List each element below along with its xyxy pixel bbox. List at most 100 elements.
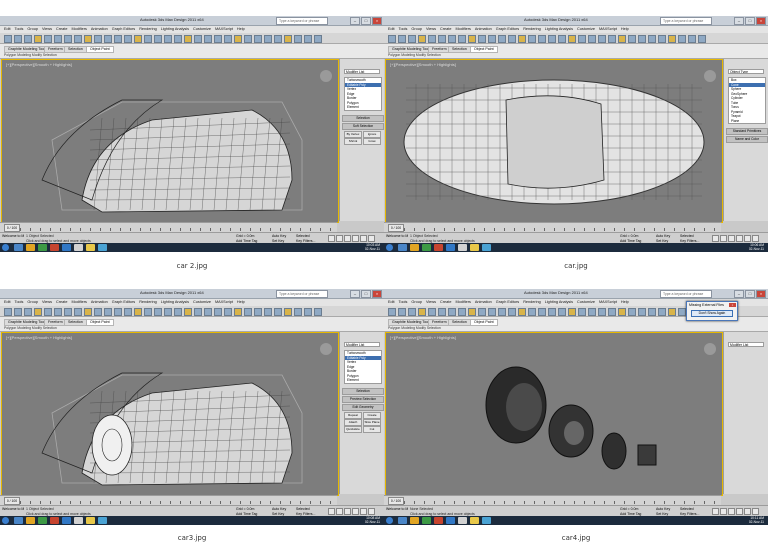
maximize-button[interactable]: □ (745, 290, 755, 298)
tool-icon[interactable] (134, 308, 142, 316)
rollout-header[interactable]: Soft Selection (342, 122, 384, 130)
tool-icon[interactable] (14, 35, 22, 43)
tool-icon[interactable] (598, 35, 606, 43)
rollout-header[interactable]: Selection (342, 387, 384, 395)
key-mode-select[interactable]: Selected (680, 507, 694, 511)
minimize-button[interactable]: – (350, 290, 360, 298)
menu-item[interactable]: Edit (4, 26, 11, 33)
tool-icon[interactable] (194, 308, 202, 316)
tool-icon[interactable] (84, 35, 92, 43)
ribbon-tab[interactable]: Object Paint (470, 319, 498, 326)
stack-item[interactable]: Element (345, 105, 381, 110)
minimize-button[interactable]: – (734, 17, 744, 25)
tool-icon[interactable] (244, 35, 252, 43)
subtab-polygon-modeling[interactable]: Polygon Modeling (4, 326, 31, 330)
ribbon-tab[interactable]: Object Paint (470, 46, 498, 53)
taskbar-app-icon[interactable] (482, 244, 491, 251)
menu-item[interactable]: Tools (15, 299, 24, 306)
taskbar-app-icon[interactable] (434, 517, 443, 524)
tool-icon[interactable] (274, 308, 282, 316)
tool-icon[interactable] (14, 308, 22, 316)
menu-item[interactable]: Create (56, 26, 67, 33)
menu-item[interactable]: Modifiers (455, 26, 470, 33)
tool-icon[interactable] (488, 35, 496, 43)
tool-icon[interactable] (174, 308, 182, 316)
panel-button[interactable]: Repeat Last (344, 411, 362, 422)
menu-item[interactable]: Views (426, 299, 436, 306)
menu-item[interactable]: Graph Editors (112, 26, 135, 33)
menu-item[interactable]: Customize (193, 26, 211, 33)
playback-button[interactable] (328, 508, 335, 515)
menu-item[interactable]: Create (56, 299, 67, 306)
dont-show-again-button[interactable]: Don't Show Again (691, 310, 733, 317)
rollout-header[interactable]: Selection (342, 114, 384, 122)
tool-icon[interactable] (34, 308, 42, 316)
tool-icon[interactable] (488, 308, 496, 316)
menu-item[interactable]: Help (621, 26, 629, 33)
menu-item[interactable]: Animation (91, 26, 108, 33)
tool-icon[interactable] (518, 35, 526, 43)
tool-icon[interactable] (618, 308, 626, 316)
tool-icon[interactable] (314, 308, 322, 316)
taskbar-app-icon[interactable] (458, 244, 467, 251)
start-button-icon[interactable] (386, 517, 393, 524)
menu-item[interactable]: MAXScript (599, 26, 617, 33)
tool-icon[interactable] (94, 35, 102, 43)
tool-icon[interactable] (508, 308, 516, 316)
auto-key-button[interactable]: Auto Key (272, 234, 286, 238)
menu-item[interactable]: Tools (15, 26, 24, 33)
start-button-icon[interactable] (2, 244, 9, 251)
tool-icon[interactable] (408, 308, 416, 316)
tool-icon[interactable] (294, 35, 302, 43)
taskbar-app-icon[interactable] (38, 517, 47, 524)
close-button[interactable]: × (372, 290, 382, 298)
stack-item[interactable]: Plane (729, 119, 765, 124)
tool-icon[interactable] (94, 308, 102, 316)
time-slider-handle[interactable]: 0 / 100 (388, 224, 404, 232)
taskbar-app-icon[interactable] (398, 244, 407, 251)
taskbar-app-icon[interactable] (26, 244, 35, 251)
tool-icon[interactable] (24, 308, 32, 316)
menu-item[interactable]: Animation (475, 26, 492, 33)
tool-icon[interactable] (114, 35, 122, 43)
start-button-icon[interactable] (2, 517, 9, 524)
tool-icon[interactable] (668, 35, 676, 43)
playback-button[interactable] (728, 508, 735, 515)
subtab-modify-selection[interactable]: Modify Selection (416, 53, 441, 57)
tool-icon[interactable] (144, 35, 152, 43)
tool-icon[interactable] (134, 35, 142, 43)
playback-button[interactable] (344, 235, 351, 242)
menu-item[interactable]: Help (237, 299, 245, 306)
menu-item[interactable]: MAXScript (215, 26, 233, 33)
tool-icon[interactable] (74, 35, 82, 43)
tool-icon[interactable] (688, 35, 696, 43)
tool-icon[interactable] (104, 308, 112, 316)
tool-icon[interactable] (438, 308, 446, 316)
taskbar-app-icon[interactable] (446, 244, 455, 251)
tool-icon[interactable] (698, 35, 706, 43)
tool-icon[interactable] (154, 35, 162, 43)
subtab-modify-selection[interactable]: Modify Selection (416, 326, 441, 330)
ribbon-tab[interactable]: Object Paint (86, 319, 114, 326)
menu-item[interactable]: Edit (388, 26, 395, 33)
rollout-header[interactable]: Edit Geometry (342, 403, 384, 411)
playback-button[interactable] (344, 508, 351, 515)
menu-item[interactable]: Graph Editors (496, 26, 519, 33)
taskbar-app-icon[interactable] (422, 244, 431, 251)
taskbar-app-icon[interactable] (14, 517, 23, 524)
menu-item[interactable]: Views (426, 26, 436, 33)
tool-icon[interactable] (164, 308, 172, 316)
tool-icon[interactable] (608, 35, 616, 43)
taskbar-app-icon[interactable] (422, 517, 431, 524)
taskbar-app-icon[interactable] (446, 517, 455, 524)
maximize-button[interactable]: □ (361, 17, 371, 25)
tool-icon[interactable] (124, 35, 132, 43)
tool-icon[interactable] (658, 308, 666, 316)
tool-icon[interactable] (184, 308, 192, 316)
start-button-icon[interactable] (386, 244, 393, 251)
tool-icon[interactable] (44, 308, 52, 316)
ribbon-tab[interactable]: Selection (64, 319, 87, 326)
tool-icon[interactable] (498, 35, 506, 43)
tool-icon[interactable] (204, 308, 212, 316)
tool-icon[interactable] (448, 308, 456, 316)
